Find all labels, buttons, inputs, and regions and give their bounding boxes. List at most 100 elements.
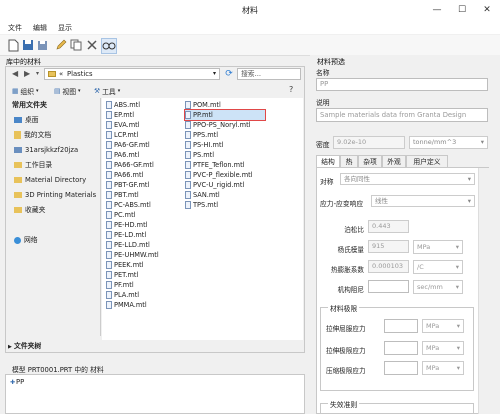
file-item[interactable]: PEEK.mtl xyxy=(106,260,182,270)
view-button[interactable]: ▤ 视图 ▾ xyxy=(54,86,81,96)
file-item[interactable]: PS.mtl xyxy=(185,150,265,160)
stress-strain-select[interactable]: 线性 ▾ xyxy=(371,195,475,207)
sidebar-item-desktop[interactable]: 桌面 xyxy=(14,114,39,126)
menu-file[interactable]: 文件 xyxy=(8,22,22,34)
poisson-field[interactable]: 0.443 xyxy=(368,220,409,233)
back-arrow-icon[interactable]: ◀ xyxy=(12,69,18,78)
density-field[interactable]: 9.02e-10 xyxy=(333,136,405,149)
file-item[interactable]: PC-ABS.mtl xyxy=(106,200,182,210)
tab-structural[interactable]: 结构 xyxy=(316,155,340,167)
description-field[interactable]: Sample materials data from Granta Design xyxy=(316,108,488,122)
tensile-ultimate-field[interactable] xyxy=(384,341,418,355)
tab-appearance[interactable]: 外观 xyxy=(382,155,406,167)
symmetry-select[interactable]: 各向同性 ▾ xyxy=(340,173,475,185)
file-item[interactable]: EVA.mtl xyxy=(106,120,182,130)
file-item[interactable]: PBT.mtl xyxy=(106,190,182,200)
file-item[interactable]: ABS.mtl xyxy=(106,100,182,110)
sidebar-item-favorites[interactable]: 收藏夹 xyxy=(14,204,45,216)
file-item[interactable]: PPO-PS_Noryl.mtl xyxy=(185,120,265,130)
model-material-item[interactable]: ✚ PP xyxy=(10,378,24,386)
copy-icon[interactable] xyxy=(69,38,83,52)
file-item[interactable]: PA6-GF.mtl xyxy=(106,140,182,150)
path-dropdown-icon[interactable]: ▾ xyxy=(213,69,216,79)
file-item[interactable]: POM.mtl xyxy=(185,100,265,110)
sidebar-item-material-dir[interactable]: Material Directory xyxy=(14,174,86,186)
stress-strain-label: 应力-应变响应 xyxy=(320,200,364,208)
tools-button[interactable]: ⚒ 工具 ▾ xyxy=(94,86,120,96)
thermal-expansion-unit[interactable]: /C ▾ xyxy=(413,260,463,274)
name-field[interactable]: PP xyxy=(316,78,488,91)
tab-user-defined[interactable]: 用户定义 xyxy=(406,155,448,167)
vertical-scrollbar[interactable] xyxy=(478,168,489,414)
search-input[interactable]: 搜索... xyxy=(237,68,301,80)
file-icon xyxy=(106,271,112,279)
file-name: PPO-PS_Noryl.mtl xyxy=(193,121,251,129)
compressive-ultimate-field[interactable] xyxy=(384,361,418,375)
file-item[interactable]: PBT-GF.mtl xyxy=(106,180,182,190)
file-item[interactable]: PMMA.mtl xyxy=(106,300,182,310)
file-item[interactable]: PVC-P_flexible.mtl xyxy=(185,170,265,180)
sidebar-item-documents[interactable]: 我的文档 xyxy=(14,129,51,141)
file-item[interactable]: PE-UHMW.mtl xyxy=(106,250,182,260)
sidebar-item-3d-printing[interactable]: 3D Printing Materials xyxy=(14,189,96,201)
file-item[interactable]: PE-HD.mtl xyxy=(106,220,182,230)
file-item[interactable]: PP.mtl xyxy=(184,109,266,121)
tab-misc[interactable]: 杂项 xyxy=(358,155,382,167)
close-button[interactable]: ✕ xyxy=(476,0,498,20)
file-icon xyxy=(185,151,191,159)
file-item[interactable]: PA6.mtl xyxy=(106,150,182,160)
file-item[interactable]: PA66.mtl xyxy=(106,170,182,180)
menu-view[interactable]: 显示 xyxy=(58,22,72,34)
file-icon xyxy=(106,241,112,249)
tensile-yield-field[interactable] xyxy=(384,319,418,333)
file-item[interactable]: PVC-U_rigid.mtl xyxy=(185,180,265,190)
file-item[interactable]: TPS.mtl xyxy=(185,200,265,210)
edit-pencil-icon[interactable] xyxy=(54,38,68,52)
delete-icon[interactable] xyxy=(85,38,99,52)
menu-edit[interactable]: 编辑 xyxy=(33,22,47,34)
compressive-ultimate-unit[interactable]: MPa ▾ xyxy=(422,361,464,375)
file-item[interactable]: PE-LLD.mtl xyxy=(106,240,182,250)
refresh-icon[interactable]: ⟳ xyxy=(223,68,235,80)
tensile-ultimate-unit[interactable]: MPa ▾ xyxy=(422,341,464,355)
folder-tree-toggle[interactable]: ▶ 文件夹树 xyxy=(8,341,304,351)
help-icon[interactable]: ? xyxy=(289,85,293,94)
file-item[interactable]: PPS.mtl xyxy=(185,130,265,140)
tensile-yield-unit[interactable]: MPa ▾ xyxy=(422,319,464,333)
file-item[interactable]: LCP.mtl xyxy=(106,130,182,140)
minimize-button[interactable]: — xyxy=(426,0,448,20)
file-item[interactable]: SAN.mtl xyxy=(185,190,265,200)
file-item[interactable]: PA66-GF.mtl xyxy=(106,160,182,170)
file-icon xyxy=(106,211,112,219)
sidebar-item-working-dir[interactable]: 工作目录 xyxy=(14,159,52,171)
youngs-modulus-field[interactable]: 915 xyxy=(368,240,409,253)
file-icon xyxy=(185,131,191,139)
new-file-icon[interactable] xyxy=(6,38,20,52)
file-item[interactable]: PLA.mtl xyxy=(106,290,182,300)
file-item[interactable]: PET.mtl xyxy=(106,270,182,280)
density-unit-select[interactable]: tonne/mm^3 ▾ xyxy=(409,136,488,149)
save-icon[interactable] xyxy=(21,38,35,52)
file-item[interactable]: PS-HI.mtl xyxy=(185,140,265,150)
organize-button[interactable]: ▦ 组织 ▾ xyxy=(12,86,39,96)
file-item[interactable]: EP.mtl xyxy=(106,110,182,120)
damping-field[interactable] xyxy=(368,280,409,293)
thermal-expansion-field[interactable]: 0.000103 xyxy=(368,260,409,273)
sidebar-item-computer[interactable]: 31arsjkkzf20jza xyxy=(14,144,78,156)
save-as-icon[interactable] xyxy=(36,38,50,52)
tab-thermal[interactable]: 热 xyxy=(340,155,358,167)
file-item[interactable]: PC.mtl xyxy=(106,210,182,220)
glasses-view-icon[interactable] xyxy=(101,38,117,54)
file-icon xyxy=(106,201,112,209)
forward-arrow-icon[interactable]: ▶ xyxy=(24,69,30,78)
file-item[interactable]: PE-LD.mtl xyxy=(106,230,182,240)
youngs-modulus-unit[interactable]: MPa ▾ xyxy=(413,240,463,254)
history-dropdown-icon[interactable]: ▾ xyxy=(36,70,39,77)
star-folder-icon xyxy=(14,207,22,213)
file-item[interactable]: PTFE_Teflon.mtl xyxy=(185,160,265,170)
file-item[interactable]: PF.mtl xyxy=(106,280,182,290)
sidebar-item-network[interactable]: 网络 xyxy=(14,234,38,246)
maximize-button[interactable]: ☐ xyxy=(451,0,473,20)
address-bar[interactable]: « Plastics ▾ xyxy=(44,68,220,80)
damping-unit[interactable]: sec/mm ▾ xyxy=(413,280,463,294)
